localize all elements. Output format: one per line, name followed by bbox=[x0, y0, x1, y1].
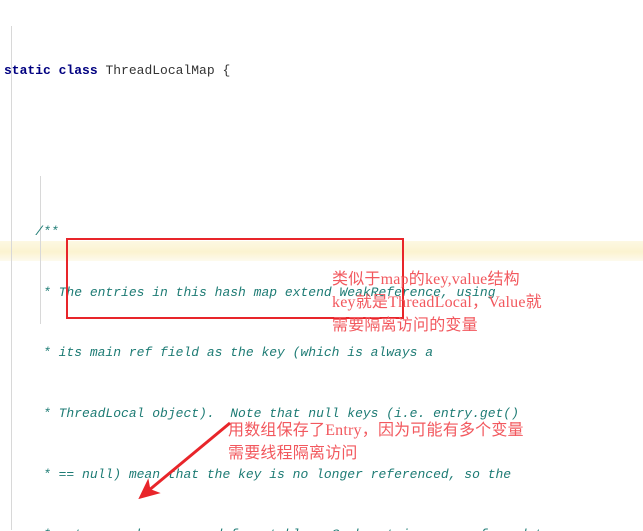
token-comment: * entry can be expunged from table. Such… bbox=[35, 527, 550, 531]
annotation-note-1: 需要隔离访问的变量 bbox=[332, 314, 478, 337]
code-editor[interactable]: static class ThreadLocalMap { /** * The … bbox=[0, 0, 643, 531]
token-keyword: static bbox=[4, 62, 51, 78]
token-keyword: class bbox=[58, 62, 98, 78]
annotation-note-1-line-1: 类似于map的key,value结构 bbox=[332, 271, 520, 288]
code-line-5: * its main ref field as the key (which i… bbox=[0, 343, 550, 363]
annotation-note-1: key就是ThreadLocal，Value就 bbox=[332, 291, 542, 314]
annotation-note-1: 类似于map的key,value结构 bbox=[332, 268, 520, 291]
token-comment: * its main ref field as the key (which i… bbox=[35, 345, 434, 361]
annotation-note-2: 需要线程隔离访问 bbox=[228, 442, 358, 465]
annotation-note-1-line-2: key就是ThreadLocal，Value就 bbox=[332, 294, 542, 311]
token-identifier: ThreadLocalMap { bbox=[97, 62, 231, 78]
code-line-7: * == null) mean that the key is no longe… bbox=[0, 465, 550, 485]
annotation-note-2-line-2: 需要线程隔离访问 bbox=[228, 445, 358, 462]
token-comment: * == null) mean that the key is no longe… bbox=[35, 466, 512, 482]
annotation-note-2-line-1: 用数组保存了Entry，因为可能有多个变量 bbox=[228, 422, 524, 439]
annotation-note-2: 用数组保存了Entry，因为可能有多个变量 bbox=[228, 419, 524, 442]
token-comment: /** bbox=[35, 224, 59, 240]
annotation-note-1-line-3: 需要隔离访问的变量 bbox=[332, 317, 478, 334]
code-line-8: * entry can be expunged from table. Such… bbox=[0, 525, 550, 531]
code-line-1: static class ThreadLocalMap { bbox=[0, 61, 550, 81]
